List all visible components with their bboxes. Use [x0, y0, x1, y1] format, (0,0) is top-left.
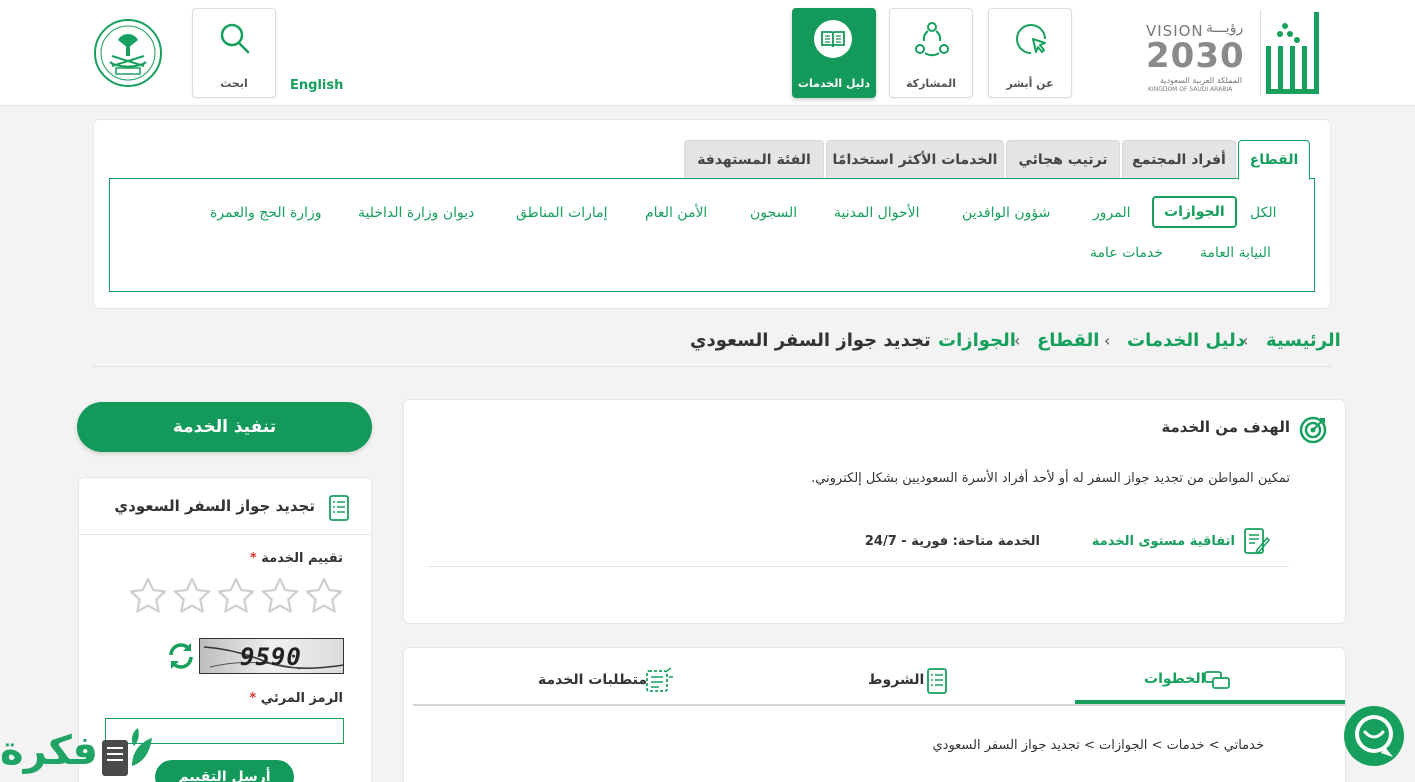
requirements-icon [646, 667, 673, 692]
nav-label: المشاركة [906, 77, 956, 90]
search-icon [220, 23, 250, 54]
goal-description: تمكين المواطن من تجديد جواز السفر له أو … [811, 471, 1290, 486]
star-icon[interactable] [216, 576, 256, 616]
star-icon[interactable] [172, 576, 212, 616]
tab-label: الشروط [868, 672, 925, 688]
captcha-image: 9590 [199, 638, 344, 674]
submit-rating-button[interactable]: أرسل التقييم [155, 760, 294, 782]
english-link[interactable]: English [290, 78, 343, 93]
rating-label-text: تقييم الخدمة [261, 551, 343, 566]
breadcrumb-services-guide[interactable]: دليل الخدمات [1127, 330, 1245, 351]
vision-label-ar: رؤيـــة [1206, 20, 1244, 36]
required-mark: * [249, 691, 257, 706]
active-tab-indicator [1075, 700, 1345, 704]
rating-service-name: تجديد جواز السفر السعودي [114, 497, 315, 515]
service-document-icon [329, 495, 349, 521]
goal-divider [427, 566, 1289, 567]
sector-expats[interactable]: شؤون الوافدين [962, 205, 1050, 221]
sector-passports[interactable]: الجوازات [1152, 196, 1237, 228]
sector-all[interactable]: الكل [1250, 205, 1277, 221]
fikra-watermark-logo: فكرة [0, 726, 160, 782]
sector-interior-diwan[interactable]: ديوان وزارة الداخلية [358, 205, 474, 221]
nav-label: عن أبشر [1006, 77, 1054, 90]
rating-label: تقييم الخدمة * [250, 551, 343, 566]
tab-community[interactable]: أفراد المجتمع [1122, 140, 1236, 178]
info-tabs-baseline [413, 704, 1345, 706]
vision-2030-logo: VISION رؤيـــة 2030 المملكة العربية السع… [1146, 20, 1254, 102]
tab-alphabetical[interactable]: ترتيب هجائي [1006, 140, 1120, 178]
captcha-label-text: الرمز المرئي [260, 691, 343, 706]
steps-icon [1204, 671, 1230, 689]
tab-most-used[interactable]: الخدمات الأكثر استخدامًا [826, 140, 1004, 178]
sector-general[interactable]: خدمات عامة [1090, 245, 1163, 261]
star-icon[interactable] [304, 576, 344, 616]
sector-traffic[interactable]: المرور [1093, 205, 1131, 221]
sector-emirates[interactable]: إمارات المناطق [516, 205, 608, 221]
star-icon[interactable] [128, 576, 168, 616]
availability-text: الخدمة متاحة: فورية - 24/7 [864, 534, 1040, 549]
nav-participation[interactable]: المشاركة [889, 8, 973, 98]
sector-panel [109, 178, 1315, 292]
breadcrumb-passports[interactable]: الجوازات [938, 330, 1016, 351]
target-icon [1299, 416, 1327, 444]
tab-label: الخطوات [1144, 671, 1206, 687]
rating-divider [79, 534, 371, 535]
sector-public-security[interactable]: الأمن العام [645, 205, 707, 221]
captcha-text: 9590 [240, 643, 302, 671]
sla-document-icon [1244, 528, 1270, 555]
nav-label: دليل الخدمات [797, 77, 871, 90]
sla-label[interactable]: اتفاقية مستوى الخدمة [1092, 534, 1235, 549]
captcha-label: الرمز المرئي * [249, 691, 343, 706]
vision-line3: KINGDOM OF SAUDI ARABIA [1148, 86, 1233, 93]
sector-prisons[interactable]: السجون [750, 205, 797, 221]
star-icon[interactable] [260, 576, 300, 616]
absher-logo[interactable] [1262, 12, 1324, 98]
logo-divider [1260, 10, 1261, 96]
nav-about-absher[interactable]: عن أبشر [988, 8, 1072, 98]
breadcrumb-current: تجديد جواز السفر السعودي [690, 330, 931, 351]
goal-title: الهدف من الخدمة [1161, 418, 1290, 436]
book-icon [814, 20, 852, 58]
execute-service-button[interactable]: تنفيذ الخدمة [77, 402, 372, 452]
ministry-emblem[interactable] [92, 18, 164, 88]
header: VISION رؤيـــة 2030 المملكة العربية السع… [0, 0, 1415, 106]
vision-year: 2030 [1146, 36, 1245, 76]
breadcrumb-home[interactable]: الرئيسية [1266, 330, 1341, 351]
nav-services-guide[interactable]: دليل الخدمات [792, 8, 876, 98]
required-mark: * [249, 551, 257, 566]
tab-sector[interactable]: القطاع [1238, 140, 1310, 180]
sector-hajj[interactable]: وزارة الحج والعمرة [210, 205, 321, 221]
refresh-captcha-icon[interactable] [165, 641, 197, 671]
breadcrumb-divider [93, 366, 1331, 367]
search-label: ابحث [220, 77, 248, 90]
search-button[interactable]: ابحث [192, 8, 276, 98]
pointer-icon [1016, 24, 1046, 54]
sector-prosecution[interactable]: النيابة العامة [1200, 245, 1271, 261]
book-leaf-icon [102, 728, 152, 776]
breadcrumb-separator: ‹ [1104, 331, 1111, 350]
network-icon [915, 22, 949, 57]
breadcrumb-sector[interactable]: القطاع [1037, 330, 1099, 351]
steps-text: خدماتي > خدمات > الجوازات > تجديد جواز ا… [932, 738, 1264, 753]
sector-civil-affairs[interactable]: الأحوال المدنية [834, 205, 920, 221]
conditions-icon [927, 668, 947, 694]
tab-label: متطلبات الخدمة [538, 672, 648, 688]
watermark-text: فكرة [0, 728, 98, 774]
tab-target-group[interactable]: الفئة المستهدفة [684, 140, 824, 178]
vision-line2: المملكة العربية السعودية [1160, 76, 1243, 85]
chat-assistant-icon[interactable] [1343, 705, 1405, 767]
